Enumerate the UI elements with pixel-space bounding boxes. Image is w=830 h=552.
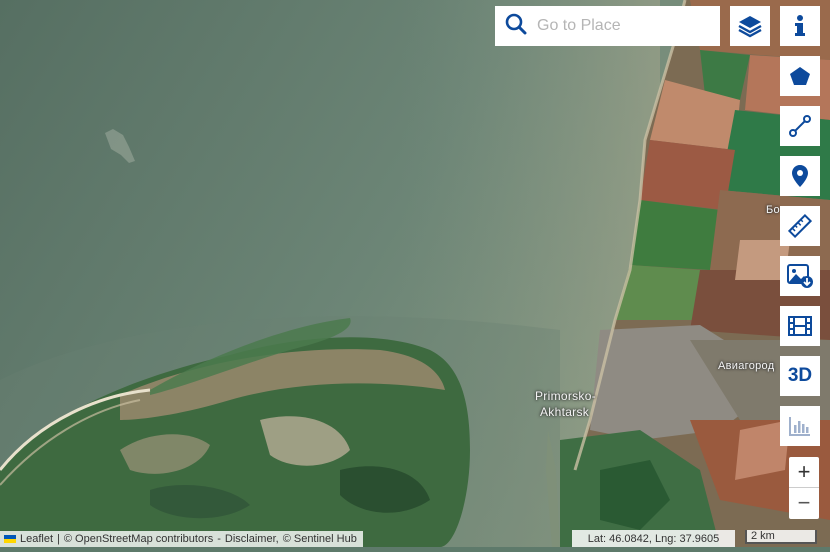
attribution-bar: Leaflet | © OpenStreetMap contributors -… xyxy=(0,531,363,547)
airfield-label: Авиагород xyxy=(718,360,775,372)
attribution-dash: - xyxy=(217,533,221,545)
download-image-button[interactable] xyxy=(780,256,820,296)
layers-button[interactable] xyxy=(730,6,770,46)
3d-view-button[interactable]: 3D xyxy=(780,356,820,396)
bar-chart-icon xyxy=(789,417,810,436)
osm-attribution-link[interactable]: © OpenStreetMap contributors xyxy=(64,533,213,545)
add-marker-button[interactable] xyxy=(780,156,820,196)
town-label-line2: Akhtarsk xyxy=(540,405,590,419)
partial-place-label: Бо xyxy=(766,204,780,216)
pentagon-icon xyxy=(790,67,810,85)
info-button[interactable] xyxy=(780,6,820,46)
town-label-line1: Primorsko- xyxy=(535,389,597,403)
scale-bar: 2 km xyxy=(745,530,817,544)
leaflet-link[interactable]: Leaflet xyxy=(20,533,53,545)
sentinel-attribution-link[interactable]: © Sentinel Hub xyxy=(283,533,357,545)
info-icon xyxy=(795,15,805,36)
timelapse-button[interactable] xyxy=(780,306,820,346)
draw-line-button[interactable] xyxy=(780,106,820,146)
measure-button[interactable] xyxy=(780,206,820,246)
attribution-separator: | xyxy=(57,533,60,545)
disclaimer-link[interactable]: Disclaimer, xyxy=(225,533,279,545)
satellite-map[interactable]: Primorsko- Akhtarsk Авиагород Бо xyxy=(0,0,830,547)
line-measure-icon xyxy=(789,115,811,137)
search-box xyxy=(495,6,720,46)
zoom-in-button[interactable]: + xyxy=(789,457,819,487)
zoom-control: + − xyxy=(789,457,819,519)
zoom-out-button[interactable]: − xyxy=(789,487,819,518)
chart-button[interactable] xyxy=(780,406,820,446)
layers-icon xyxy=(738,16,762,38)
ruler-icon xyxy=(788,214,812,238)
search-input[interactable] xyxy=(535,16,709,36)
3d-label: 3D xyxy=(787,365,813,386)
satellite-imagery xyxy=(0,0,830,547)
map-pin-icon xyxy=(792,165,808,187)
film-icon xyxy=(788,316,812,336)
image-download-icon xyxy=(787,264,813,288)
search-icon[interactable] xyxy=(505,13,527,40)
ukraine-flag-icon xyxy=(4,535,16,543)
cursor-coordinates: Lat: 46.0842, Lng: 37.9605 xyxy=(572,530,735,547)
draw-polygon-button[interactable] xyxy=(780,56,820,96)
